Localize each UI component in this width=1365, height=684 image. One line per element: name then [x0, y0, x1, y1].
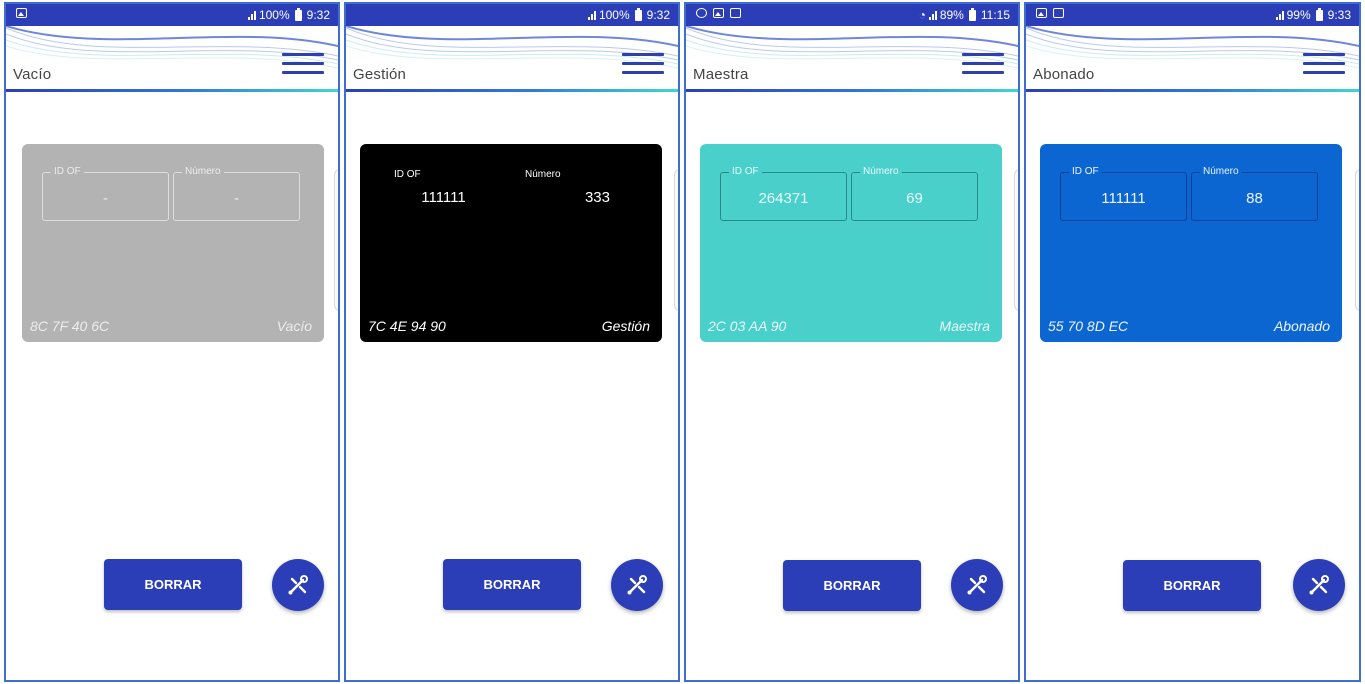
numero-field[interactable]: Número 69	[851, 165, 978, 221]
battery-icon	[294, 7, 302, 21]
page-title: Vacío	[13, 66, 52, 83]
borrar-button[interactable]: BORRAR	[1123, 560, 1261, 611]
battery-icon	[1315, 7, 1323, 21]
app-header: Vacío	[6, 26, 338, 92]
card-type: Gestión	[601, 318, 650, 334]
tools-icon	[967, 575, 987, 595]
page-title: Gestión	[353, 66, 407, 83]
id-of-label: ID OF	[394, 169, 421, 180]
image-icon	[16, 8, 27, 18]
phone-screen-maestra: ◔ 89% 11:15 Maestra ID OF 264371 Número …	[684, 2, 1020, 682]
id-of-value: 111111	[1101, 190, 1146, 207]
numero-field[interactable]: Número 88	[1191, 165, 1318, 221]
header-divider	[346, 89, 678, 92]
id-of-value: 264371	[758, 190, 809, 207]
clock: 9:32	[646, 8, 670, 22]
numero-label: Número	[182, 165, 224, 179]
battery-percent: 100%	[598, 8, 630, 22]
battery-percent: 89%	[939, 8, 964, 22]
signal-icon	[587, 10, 596, 20]
fab-nfc-button[interactable]	[951, 559, 1003, 611]
app-header: Abonado	[1026, 26, 1359, 92]
fab-nfc-button[interactable]	[272, 559, 324, 611]
card-type: Maestra	[939, 318, 990, 334]
tools-icon	[627, 575, 647, 595]
card-type: Vacío	[276, 318, 312, 334]
numero-label: Número	[1200, 165, 1242, 179]
phone-screen-vacio: 100% 9:32 Vacío ID OF - Número - 8C 7F 4…	[4, 2, 340, 682]
clock: 11:15	[980, 8, 1010, 22]
clock: 9:33	[1327, 8, 1351, 22]
hamburger-menu-icon[interactable]	[622, 53, 664, 75]
hamburger-menu-icon[interactable]	[282, 53, 324, 75]
next-card-peek[interactable]	[1355, 169, 1359, 311]
image-icon	[1036, 8, 1047, 18]
id-of-field[interactable]: ID OF 264371	[720, 165, 847, 221]
id-of-field[interactable]: ID OF 111111	[1060, 165, 1187, 221]
id-of-value: -	[103, 190, 108, 207]
header-divider	[6, 89, 338, 92]
status-bar: 99% 9:33	[1026, 4, 1359, 26]
numero-label: Número	[860, 165, 902, 179]
id-of-value: 111111	[421, 189, 466, 206]
phone-screen-abonado: 99% 9:33 Abonado ID OF 111111 Número 88 …	[1024, 2, 1361, 682]
battery-icon	[634, 7, 642, 21]
tag-card[interactable]: ID OF 111111 Número 88 55 70 8D EC Abona…	[1040, 144, 1342, 342]
page-title: Maestra	[693, 66, 749, 83]
status-bar: ◔ 89% 11:15	[686, 4, 1018, 26]
next-card-peek[interactable]	[334, 169, 338, 311]
numero-label: Número	[525, 169, 561, 180]
header-divider	[1026, 89, 1359, 92]
card-uid: 2C 03 AA 90	[708, 318, 787, 334]
numero-value: 88	[1246, 190, 1263, 207]
signal-icon	[1275, 10, 1284, 20]
numero-value: 333	[584, 189, 610, 206]
numero-value: 69	[906, 190, 923, 207]
hamburger-menu-icon[interactable]	[1303, 53, 1345, 75]
image-icon	[713, 8, 724, 18]
numero-field[interactable]: Número 333	[511, 169, 638, 221]
id-of-label: ID OF	[51, 165, 84, 179]
app-header: Maestra	[686, 26, 1018, 92]
fab-nfc-button[interactable]	[1293, 559, 1345, 611]
tools-icon	[288, 575, 308, 595]
tag-card[interactable]: ID OF 264371 Número 69 2C 03 AA 90 Maest…	[700, 144, 1002, 342]
borrar-button[interactable]: BORRAR	[443, 559, 581, 610]
id-of-label: ID OF	[1069, 165, 1102, 179]
signal-icon	[928, 10, 937, 20]
tag-card[interactable]: ID OF 111111 Número 333 7C 4E 94 90 Gest…	[360, 144, 662, 342]
card-uid: 7C 4E 94 90	[368, 318, 446, 334]
tools-icon	[1309, 575, 1329, 595]
header-divider	[686, 89, 1018, 92]
clock: 9:32	[306, 8, 330, 22]
fab-nfc-button[interactable]	[611, 559, 663, 611]
status-bar: 100% 9:32	[346, 4, 678, 26]
card-uid: 55 70 8D EC	[1048, 318, 1129, 334]
signal-icon	[247, 10, 256, 20]
battery-percent: 99%	[1286, 8, 1311, 22]
battery-percent: 100%	[258, 8, 290, 22]
phone-screen-gestion: 100% 9:32 Gestión ID OF 111111 Número 33…	[344, 2, 680, 682]
numero-field[interactable]: Número -	[173, 165, 300, 221]
id-of-field[interactable]: ID OF 111111	[380, 169, 507, 221]
image-icon	[1053, 8, 1064, 18]
id-of-field[interactable]: ID OF -	[42, 165, 169, 221]
image-icon	[730, 8, 741, 18]
card-uid: 8C 7F 40 6C	[30, 318, 110, 334]
borrar-button[interactable]: BORRAR	[783, 560, 921, 611]
page-title: Abonado	[1033, 66, 1095, 83]
id-of-label: ID OF	[729, 165, 762, 179]
hamburger-menu-icon[interactable]	[962, 53, 1004, 75]
card-type: Abonado	[1273, 318, 1330, 334]
status-bar: 100% 9:32	[6, 4, 338, 26]
numero-value: -	[234, 190, 239, 207]
app-header: Gestión	[346, 26, 678, 92]
next-card-peek[interactable]	[674, 169, 678, 311]
next-card-peek[interactable]	[1014, 169, 1018, 311]
borrar-button[interactable]: BORRAR	[104, 559, 242, 610]
battery-icon	[968, 7, 976, 21]
wifi-icon: ◔	[918, 8, 926, 22]
tag-card[interactable]: ID OF - Número - 8C 7F 40 6C Vacío	[22, 144, 324, 342]
sync-icon	[696, 8, 707, 18]
